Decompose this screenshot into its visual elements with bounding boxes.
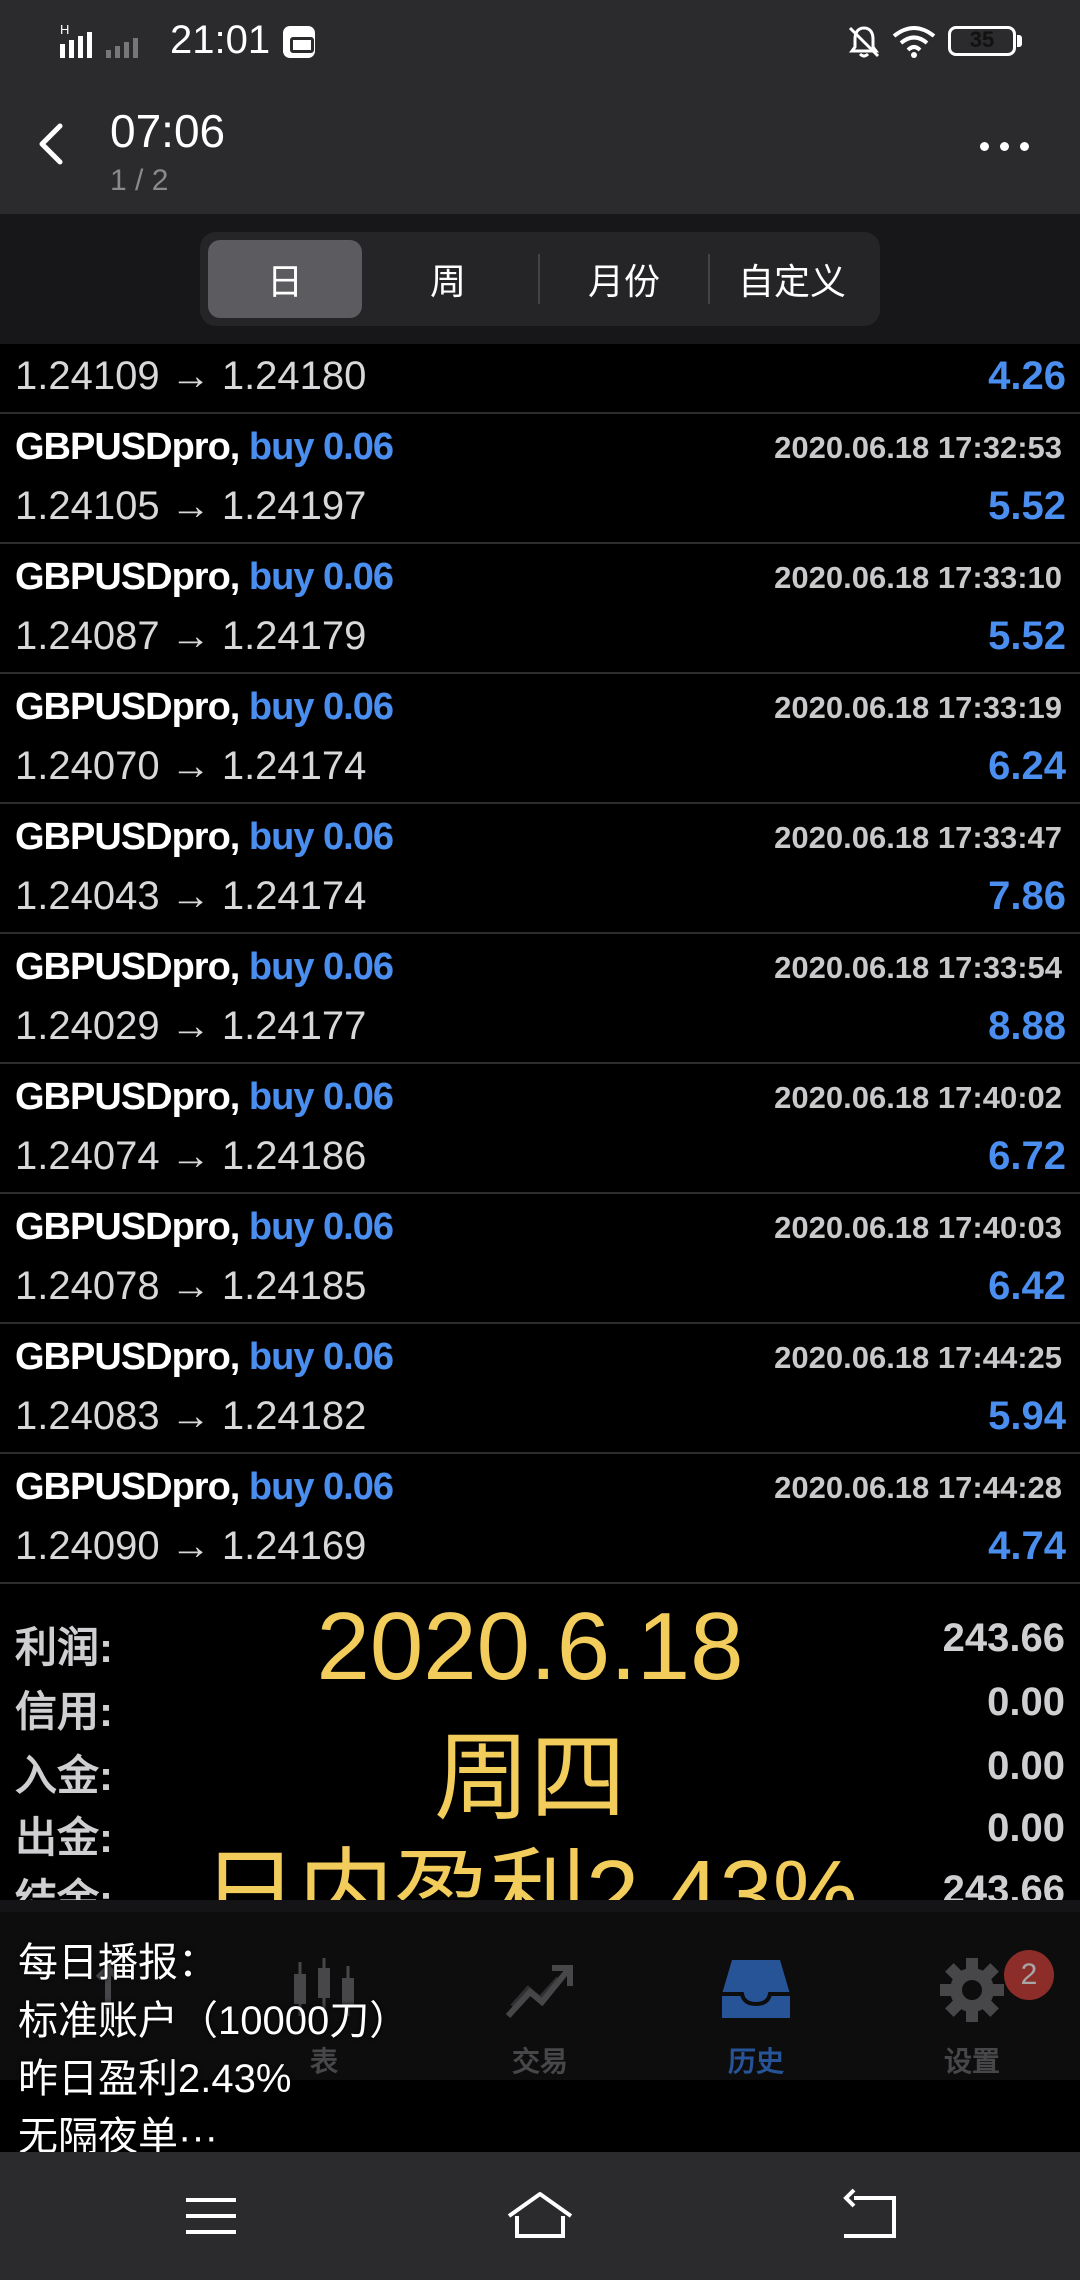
- trade-prices: 1.24070 → 1.24174: [15, 744, 367, 788]
- trade-time: 2020.06.18 17:33:47: [774, 820, 1062, 855]
- period-filter-bar: 日 周 月份 自定义: [0, 214, 1080, 344]
- trade-prices: 1.24029 → 1.24177: [15, 1004, 367, 1048]
- trade-time: 2020.06.18 17:33:10: [774, 560, 1062, 595]
- trade-profit: 6.72: [988, 1134, 1066, 1178]
- more-dot-icon: [1020, 142, 1029, 151]
- trade-symbol: GBPUSDpro, buy 0.06: [15, 1076, 394, 1118]
- notification-app-icon: [283, 26, 315, 58]
- trade-prices: 1.24078 → 1.24185: [15, 1264, 367, 1308]
- status-bar: H 21:01 35: [0, 0, 1080, 82]
- app-header: 07:06 1 / 2: [0, 82, 1080, 214]
- trade-side: buy 0.06: [248, 686, 394, 728]
- more-dot-icon: [1000, 142, 1009, 151]
- trade-row[interactable]: GBPUSDpro, buy 0.06 2020.06.18 17:32:53 …: [0, 414, 1080, 544]
- battery-tip: [1017, 35, 1022, 47]
- trade-row[interactable]: GBPUSDpro, buy 0.06 2020.06.18 17:40:03 …: [0, 1194, 1080, 1324]
- segment-day[interactable]: 日: [208, 240, 362, 318]
- trade-symbol: GBPUSDpro, buy 0.06: [15, 426, 394, 468]
- back-chevron-icon[interactable]: [22, 112, 86, 176]
- back-nav-icon[interactable]: [834, 2186, 904, 2246]
- trade-profit: 7.86: [988, 874, 1066, 918]
- caption-line: 每日播报：: [18, 1941, 218, 1985]
- trade-prices: 1.24074 → 1.24186: [15, 1134, 367, 1178]
- more-menu-button[interactable]: [960, 122, 1050, 172]
- trade-profit: 4.74: [988, 1524, 1066, 1568]
- trade-row[interactable]: GBPUSDpro, buy 0.06 2020.06.18 17:40:02 …: [0, 1064, 1080, 1194]
- overlay-date: 2020.6.18: [316, 1593, 744, 1700]
- battery-icon: 35: [948, 26, 1016, 56]
- trade-symbol: GBPUSDpro, buy 0.06: [15, 556, 394, 598]
- trade-row[interactable]: GBPUSDpro, buy 0.06 2020.06.18 17:33:47 …: [0, 804, 1080, 934]
- home-icon[interactable]: [505, 2186, 575, 2246]
- trade-prices: 1.24105 → 1.24197: [15, 484, 367, 528]
- trade-symbol: GBPUSDpro, buy 0.06: [15, 946, 394, 988]
- period-segmented-control: 日 周 月份 自定义: [200, 232, 880, 326]
- trade-history-list[interactable]: 1.24109 → 1.24180 4.26 GBPUSDpro, buy 0.…: [0, 344, 1080, 1588]
- system-nav-bar: [0, 2152, 1080, 2280]
- segment-custom[interactable]: 自定义: [712, 240, 872, 318]
- trade-profit: 5.94: [988, 1394, 1066, 1438]
- trade-time: 2020.06.18 17:44:25: [774, 1340, 1062, 1375]
- trade-side: buy 0.06: [248, 816, 394, 858]
- trade-row[interactable]: GBPUSDpro, buy 0.06 2020.06.18 17:33:19 …: [0, 674, 1080, 804]
- trade-side: buy 0.06: [248, 1466, 394, 1508]
- trade-side: buy 0.06: [248, 946, 394, 988]
- trade-symbol: GBPUSDpro, buy 0.06: [15, 816, 394, 858]
- trade-profit: 5.52: [988, 614, 1066, 658]
- segment-divider: [538, 254, 540, 304]
- more-dot-icon: [980, 142, 989, 151]
- trade-time: 2020.06.18 17:32:53: [774, 430, 1062, 465]
- trade-symbol: GBPUSDpro, buy 0.06: [15, 1206, 394, 1248]
- trade-symbol: GBPUSDpro, buy 0.06: [15, 1336, 394, 1378]
- segment-divider: [708, 254, 710, 304]
- trade-profit: 4.26: [988, 354, 1066, 398]
- trade-symbol: GBPUSDpro, buy 0.06: [15, 1466, 394, 1508]
- caption-overlay: 每日播报： 标准账户（10000刀） 昨日盈利2.43% 无隔夜单···: [0, 1912, 1080, 2159]
- caption-line: 昨日盈利2.43%: [18, 2057, 292, 2101]
- trade-profit: 6.42: [988, 1264, 1066, 1308]
- trade-row[interactable]: 1.24109 → 1.24180 4.26: [0, 344, 1080, 414]
- trade-time: 2020.06.18 17:33:54: [774, 950, 1062, 985]
- trade-profit: 6.24: [988, 744, 1066, 788]
- trade-profit: 8.88: [988, 1004, 1066, 1048]
- mute-bell-icon: [848, 26, 880, 58]
- page-subtitle: 1 / 2: [110, 164, 169, 197]
- trade-prices: 1.24083 → 1.24182: [15, 1394, 367, 1438]
- trade-side: buy 0.06: [248, 1336, 394, 1378]
- trade-prices: 1.24043 → 1.24174: [15, 874, 367, 918]
- trade-side: buy 0.06: [248, 1206, 394, 1248]
- trade-time: 2020.06.18 17:40:03: [774, 1210, 1062, 1245]
- trade-prices: 1.24087 → 1.24179: [15, 614, 367, 658]
- trade-row[interactable]: GBPUSDpro, buy 0.06 2020.06.18 17:33:10 …: [0, 544, 1080, 674]
- menu-icon[interactable]: [176, 2186, 246, 2246]
- trade-time: 2020.06.18 17:40:02: [774, 1080, 1062, 1115]
- trade-side: buy 0.06: [248, 426, 394, 468]
- segment-week[interactable]: 周: [364, 240, 532, 318]
- page-title: 07:06: [110, 105, 226, 157]
- trade-side: buy 0.06: [248, 556, 394, 598]
- svg-text:H: H: [60, 22, 69, 37]
- trade-row[interactable]: GBPUSDpro, buy 0.06 2020.06.18 17:33:54 …: [0, 934, 1080, 1064]
- status-time: 21:01: [170, 18, 271, 62]
- wifi-icon: [892, 26, 936, 58]
- trade-row[interactable]: GBPUSDpro, buy 0.06 2020.06.18 17:44:25 …: [0, 1324, 1080, 1454]
- trade-prices: 1.24109 → 1.24180: [15, 354, 367, 398]
- trade-symbol: GBPUSDpro, buy 0.06: [15, 686, 394, 728]
- segment-month[interactable]: 月份: [542, 240, 706, 318]
- signal-icon: H: [60, 22, 138, 58]
- trade-time: 2020.06.18 17:33:19: [774, 690, 1062, 725]
- trade-side: buy 0.06: [248, 1076, 394, 1118]
- trade-time: 2020.06.18 17:44:28: [774, 1470, 1062, 1505]
- trade-prices: 1.24090 → 1.24169: [15, 1524, 367, 1568]
- trade-profit: 5.52: [988, 484, 1066, 528]
- trade-row[interactable]: GBPUSDpro, buy 0.06 2020.06.18 17:44:28 …: [0, 1454, 1080, 1584]
- caption-line: 标准账户（10000刀）: [18, 1999, 410, 2043]
- battery-percent: 35: [969, 27, 995, 52]
